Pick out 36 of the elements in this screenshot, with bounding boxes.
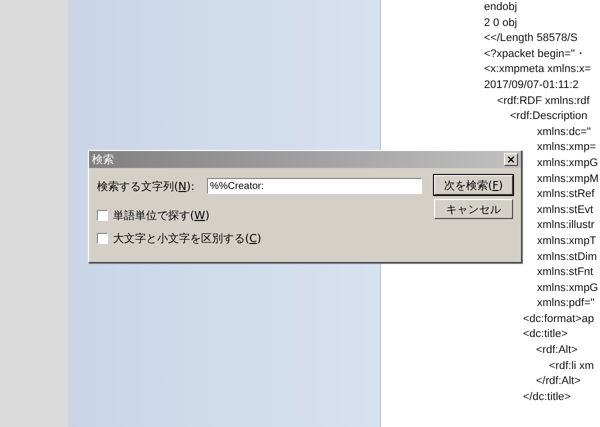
code-line: xmlns:xmpG (537, 156, 598, 171)
code-line: xmlns:stDim (537, 250, 597, 264)
code-line: </rdf:Alt> (536, 374, 581, 390)
code-line: <</Length 58578/S (484, 31, 578, 46)
option-label: 単語単位で探す(W) (113, 208, 210, 223)
code-line: xmlns:stFnt (537, 265, 594, 280)
code-line: xmlns:stEvt (537, 202, 594, 218)
code-line: <rdf:Alt> (536, 343, 578, 358)
code-line: <dc:format>ap (523, 312, 594, 327)
code-line: </dc:title> (523, 390, 571, 405)
code-line: <rdf:Description (510, 109, 588, 124)
code-line: xmlns:stRef (537, 187, 594, 202)
code-line: 2 0 obj (484, 16, 518, 31)
close-button[interactable]: × (504, 153, 518, 166)
code-line: <rdf:RDF xmlns:rdf (497, 94, 590, 109)
cancel-button[interactable]: キャンセル (434, 199, 513, 219)
search-label: 検索する文字列(N): (97, 178, 196, 194)
code-line: xmlns:dc=" (537, 124, 591, 140)
code-line: xmlns:xmp= (537, 140, 596, 156)
code-line: xmlns:xmpM (537, 172, 599, 187)
checkbox[interactable] (97, 233, 108, 244)
code-line: <x:xmpmeta xmlns:x= (484, 62, 591, 78)
code-line: <?xpacket begin="・ (484, 46, 586, 62)
find-next-button[interactable]: 次を検索(F) (434, 175, 513, 195)
dialog-title: 検索 (92, 152, 114, 167)
code-line: xmlns:xmpT (537, 234, 596, 249)
code-line: 2017/09/07-01:11:2 (484, 78, 579, 93)
checkbox[interactable] (97, 210, 108, 221)
code-line: <dc:title> (523, 327, 568, 342)
search-field[interactable]: %%Creator: (207, 178, 422, 194)
code-line: xmlns:xmpG (537, 280, 598, 296)
option-label: 大文字と小文字を区別する(C) (113, 231, 262, 246)
code-line: xmlns:pdf=" (537, 296, 594, 312)
code-line: xmlns:illustr (537, 218, 594, 234)
code-line: endobj (484, 0, 518, 15)
code-line: <rdf:li xm (549, 358, 594, 374)
